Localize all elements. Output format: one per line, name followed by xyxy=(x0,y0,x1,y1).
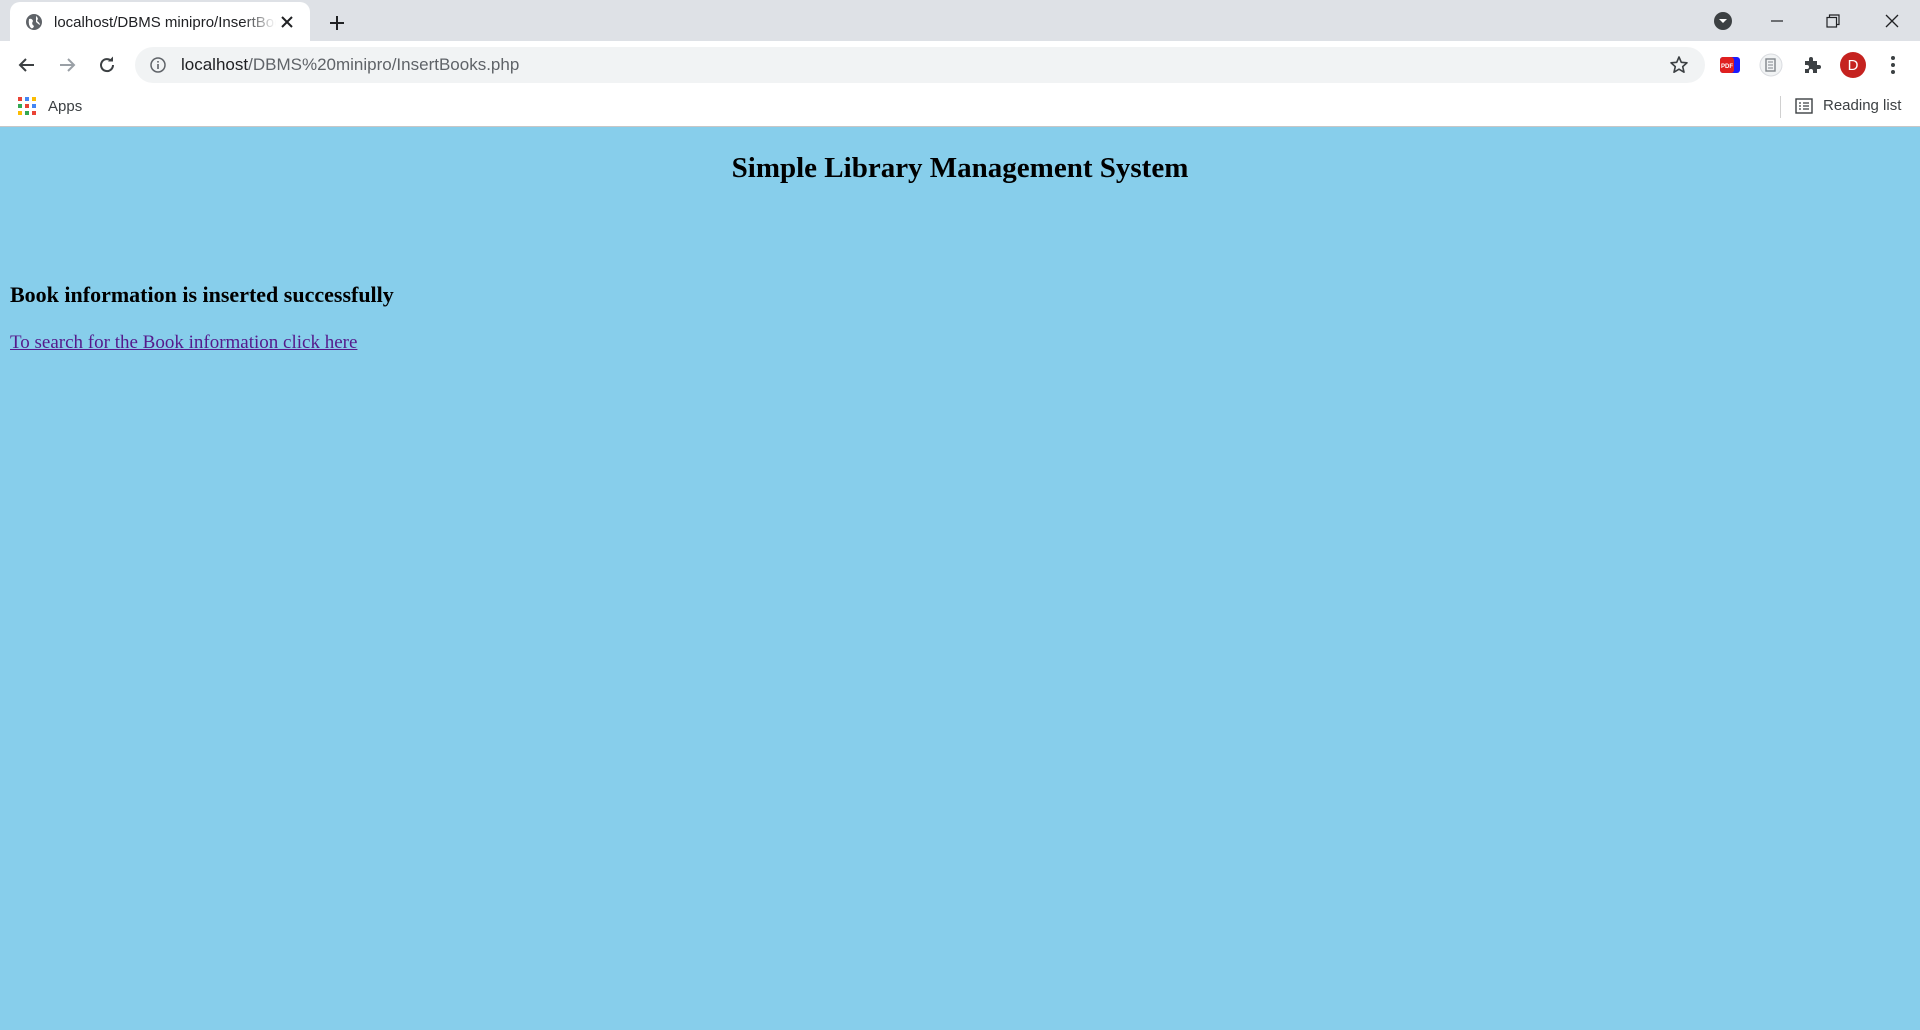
globe-icon xyxy=(24,12,44,32)
back-button[interactable] xyxy=(11,49,43,81)
profile-avatar[interactable]: D xyxy=(1837,49,1869,81)
url-path: /DBMS%20minipro/InsertBooks.php xyxy=(248,55,520,74)
reading-list-label: Reading list xyxy=(1823,97,1902,114)
apps-bookmark[interactable]: Apps xyxy=(18,97,82,115)
new-tab-button[interactable] xyxy=(322,8,352,38)
puzzle-icon xyxy=(1805,57,1821,73)
apps-label: Apps xyxy=(48,97,83,115)
info-icon[interactable] xyxy=(149,56,167,74)
close-icon xyxy=(1885,14,1899,27)
tab-title: localhost/DBMS minipro/InsertBooks.php xyxy=(54,13,276,31)
more-vertical-icon xyxy=(1891,56,1895,74)
bookmarks-bar: Apps Reading list xyxy=(0,88,1920,127)
pdf-extension-icon: PDF xyxy=(1720,57,1740,73)
plus-icon xyxy=(330,16,344,30)
bookmarks-divider xyxy=(1780,96,1781,118)
url-host: localhost xyxy=(181,55,249,74)
reading-list-icon xyxy=(1795,97,1813,114)
pdf-extension-button[interactable]: PDF xyxy=(1714,49,1746,81)
restore-icon xyxy=(1826,13,1840,28)
browser-toolbar: localhost/DBMS%20minipro/InsertBooks.php… xyxy=(0,41,1920,88)
browser-tab[interactable]: localhost/DBMS minipro/InsertBooks.php xyxy=(10,2,310,42)
tab-strip: localhost/DBMS minipro/InsertBooks.php xyxy=(0,0,1920,42)
tab-search-button[interactable] xyxy=(1709,7,1737,35)
arrow-right-icon xyxy=(60,58,76,72)
address-bar[interactable]: localhost/DBMS%20minipro/InsertBooks.php xyxy=(135,47,1705,83)
search-books-link[interactable]: To search for the Book information click… xyxy=(10,332,357,354)
close-window-button[interactable] xyxy=(1864,0,1920,41)
minimize-icon xyxy=(1771,19,1783,22)
restore-button[interactable] xyxy=(1805,0,1861,41)
reading-list-button[interactable]: Reading list xyxy=(1795,97,1901,114)
minimize-button[interactable] xyxy=(1749,0,1805,41)
chevron-down-icon xyxy=(1714,12,1732,30)
profile-initial: D xyxy=(1847,56,1859,74)
apps-grid-icon xyxy=(18,97,36,115)
extensions-button[interactable] xyxy=(1796,49,1828,81)
document-extension-button[interactable] xyxy=(1755,49,1787,81)
svg-text:PDF: PDF xyxy=(1721,64,1733,70)
reload-icon xyxy=(100,56,115,73)
page-content: Simple Library Management System Book in… xyxy=(0,127,1920,1030)
forward-button[interactable] xyxy=(51,49,83,81)
page-title: Simple Library Management System xyxy=(731,152,1189,184)
browser-menu-button[interactable] xyxy=(1877,49,1909,81)
arrow-left-icon xyxy=(18,58,34,72)
success-message: Book information is inserted successfull… xyxy=(10,282,394,307)
url-text[interactable]: localhost/DBMS%20minipro/InsertBooks.php xyxy=(181,55,1667,75)
bookmark-star-icon[interactable] xyxy=(1667,53,1691,77)
document-extension-icon xyxy=(1759,53,1783,77)
reload-button[interactable] xyxy=(91,49,123,81)
tab-close-icon[interactable] xyxy=(276,11,298,33)
